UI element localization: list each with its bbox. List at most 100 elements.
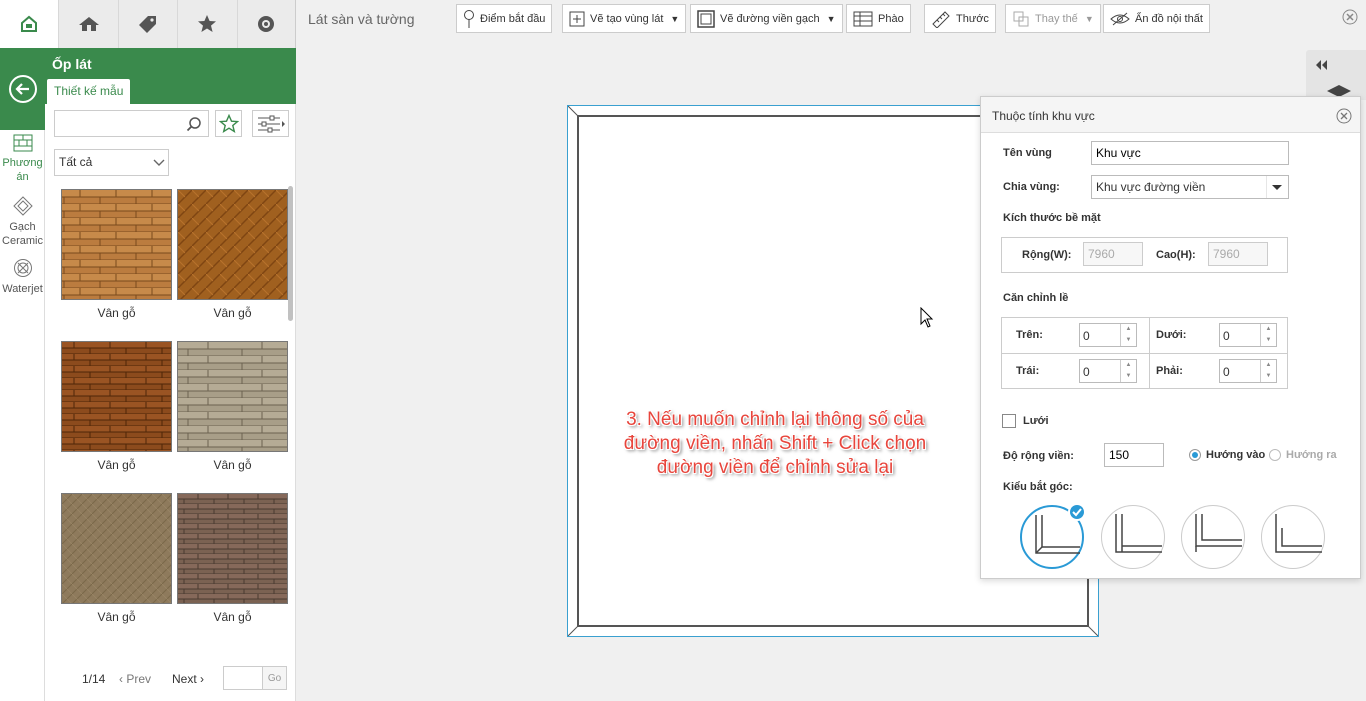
margin-bottom-label: Dưới:	[1156, 329, 1187, 341]
tile-thumbnail[interactable]	[177, 493, 288, 604]
tile-thumbnail[interactable]	[177, 189, 288, 300]
tile-grid: Vân gỗ Vân gỗ Vân gỗ Vân gỗ Vân gỗ Vân g…	[61, 188, 289, 668]
tile-catalog-panel: Ốp lát Thiết kế mẫu Tất cả Vân gỗ Vân gỗ…	[45, 48, 296, 701]
favorite-filter-button[interactable]	[215, 110, 242, 137]
caret-down-icon: ▼	[670, 13, 680, 24]
caret-down-icon: ▼	[1084, 13, 1094, 24]
house-roof-tab[interactable]	[59, 0, 119, 48]
wood-tile-image	[178, 494, 287, 603]
compass-tab[interactable]	[238, 0, 296, 48]
prev-page-button[interactable]: ‹ Prev	[119, 672, 151, 686]
surface-size-label: Kích thước bề mặt	[1003, 212, 1101, 224]
tab-thiet-ke-mau[interactable]: Thiết kế mẫu	[47, 79, 131, 104]
toolbar-title: Lát sàn và tường	[308, 11, 415, 27]
back-button[interactable]	[0, 48, 45, 130]
corner-butt-icon	[1115, 514, 1162, 553]
tile-label: Vân gỗ	[213, 458, 252, 472]
close-icon[interactable]	[1342, 9, 1358, 25]
split-area-value: Khu vực đường viền	[1096, 180, 1206, 194]
margin-align-label: Căn chỉnh lề	[1003, 292, 1069, 304]
go-button[interactable]: Go	[262, 666, 287, 690]
direction-in-radio[interactable]	[1189, 449, 1201, 461]
area-name-label: Tên vùng	[1003, 147, 1052, 159]
hide-furniture-button[interactable]: Ẩn đồ nội thất	[1103, 4, 1210, 33]
search-box	[54, 110, 209, 137]
tile-grid-scrollbar[interactable]	[288, 186, 293, 321]
search-icon[interactable]	[186, 116, 202, 132]
start-point-button[interactable]: Điểm bắt đầu	[456, 4, 553, 33]
arrow-left-circle-icon	[8, 75, 37, 103]
width-label: Rộng(W):	[1022, 249, 1072, 261]
molding-button[interactable]: Phào	[846, 4, 911, 33]
nav-item-waterjet[interactable]: Waterjet	[0, 258, 45, 296]
corner-style-option-4[interactable]	[1261, 505, 1325, 569]
margin-top-spinner[interactable]: 0 ▲ ▼	[1079, 323, 1137, 347]
compass-icon	[258, 16, 275, 32]
double-chevron-left-icon[interactable]	[1314, 59, 1328, 71]
close-icon[interactable]	[1336, 108, 1352, 124]
width-input[interactable]	[1083, 242, 1143, 266]
left-nav: Phương án Gạch Ceramic Waterjet	[0, 48, 45, 701]
toolbar: Lát sàn và tường Điểm bắt đầu Vẽ tạo vùn…	[296, 0, 1366, 38]
corner-overlap-icon	[1195, 514, 1242, 552]
dialog-title: Thuộc tính khu vực	[992, 109, 1095, 123]
margin-top-label: Trên:	[1016, 329, 1043, 341]
replace-button[interactable]: Thay thế ▼	[1005, 4, 1101, 33]
area-name-input[interactable]	[1091, 141, 1289, 165]
corner-style-option-1[interactable]	[1020, 503, 1086, 569]
margin-left-label: Trái:	[1016, 365, 1040, 377]
tile-label: Vân gỗ	[213, 610, 252, 624]
pin-icon	[464, 9, 474, 28]
wood-tile-image	[62, 190, 171, 299]
grid-label: Lưới	[1023, 415, 1049, 427]
search-input[interactable]	[55, 111, 180, 136]
border-icon	[697, 9, 715, 28]
margin-left-spinner[interactable]: 0 ▲ ▼	[1079, 359, 1137, 383]
direction-out-label: Hướng ra	[1286, 449, 1337, 461]
next-page-button[interactable]: Next ›	[172, 672, 204, 686]
spinner-arrows-icon[interactable]: ▲ ▼	[1260, 324, 1276, 346]
replace-label: Thay thế	[1035, 12, 1078, 25]
draw-area-button[interactable]: Vẽ tạo vùng lát ▼	[562, 4, 687, 33]
draw-border-button[interactable]: Vẽ đường viền gạch ▼	[690, 4, 843, 33]
corner-inset-icon	[1275, 514, 1322, 553]
page-number-input[interactable]	[223, 666, 263, 690]
right-collapse-strip[interactable]	[1306, 50, 1366, 100]
filter-settings-button[interactable]	[252, 110, 289, 137]
page-info: 1/14	[82, 672, 106, 686]
category-select[interactable]: Tất cả	[54, 149, 169, 176]
border-width-input[interactable]	[1104, 443, 1164, 467]
split-area-select[interactable]: Khu vực đường viền	[1091, 175, 1289, 199]
home-logo-icon	[21, 15, 38, 32]
nav-item-phuong-an[interactable]: Phương án	[0, 134, 45, 184]
favorites-tab[interactable]	[178, 0, 238, 48]
hide-furniture-label: Ẩn đồ nội thất	[1135, 12, 1203, 25]
spinner-arrows-icon[interactable]: ▲ ▼	[1120, 360, 1136, 382]
spinner-arrows-icon[interactable]: ▲ ▼	[1260, 360, 1276, 382]
nav-item-gach-ceramic[interactable]: Gạch Ceramic	[0, 196, 45, 248]
tile-thumbnail[interactable]	[61, 341, 172, 452]
ruler-button[interactable]: Thước	[924, 4, 996, 33]
corner-style-option-2[interactable]	[1101, 505, 1165, 569]
margin-right-label: Phải:	[1156, 365, 1183, 377]
ruler-icon	[932, 10, 950, 28]
split-area-label: Chia vùng:	[1003, 181, 1060, 193]
direction-out-radio[interactable]	[1269, 449, 1281, 461]
molding-label: Phào	[878, 12, 904, 25]
tag-tab[interactable]	[119, 0, 179, 48]
tile-thumbnail[interactable]	[61, 189, 172, 300]
tutorial-caption: 3. Nếu muốn chỉnh lại thông số của đường…	[623, 409, 927, 478]
margin-right-spinner[interactable]: 0 ▲ ▼	[1219, 359, 1277, 383]
corner-style-label: Kiểu bắt góc:	[1003, 481, 1073, 493]
tile-thumbnail[interactable]	[61, 493, 172, 604]
tile-thumbnail[interactable]	[177, 341, 288, 452]
spinner-arrows-icon[interactable]: ▲ ▼	[1120, 324, 1136, 346]
margin-left-value: 0	[1083, 365, 1090, 379]
height-input[interactable]	[1208, 242, 1268, 266]
selected-check-icon	[1068, 503, 1086, 521]
home-logo-tab[interactable]	[0, 0, 60, 48]
panel-title: Ốp lát	[52, 56, 92, 72]
corner-style-option-3[interactable]	[1181, 505, 1245, 569]
margin-bottom-spinner[interactable]: 0 ▲ ▼	[1219, 323, 1277, 347]
grid-checkbox[interactable]	[1002, 414, 1016, 428]
